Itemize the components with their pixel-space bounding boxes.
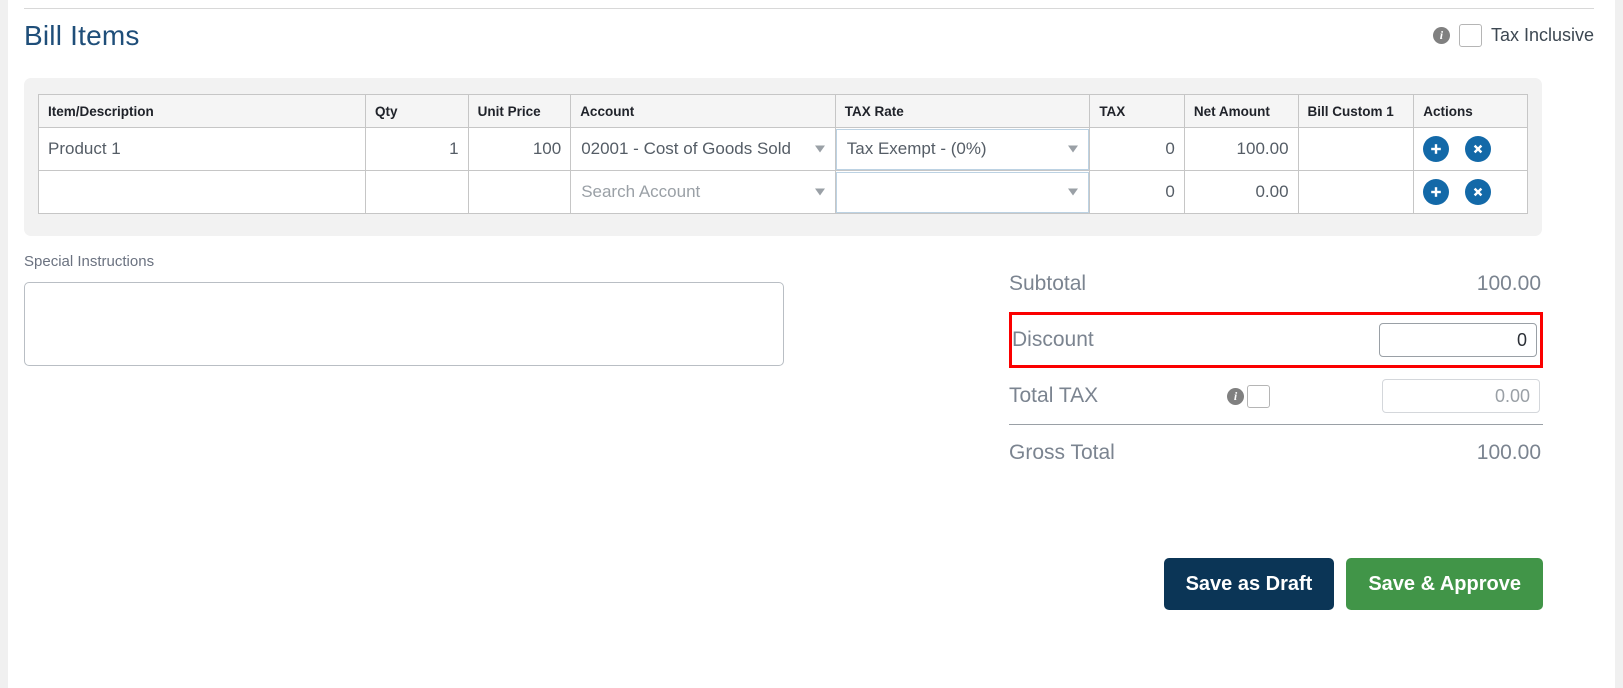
- cell-net-amount: 100.00: [1183, 127, 1299, 171]
- total-tax-checkbox[interactable]: [1247, 384, 1270, 408]
- tax-rate-value: Tax Exempt - (0%): [846, 139, 987, 158]
- right-gutter: [1615, 0, 1623, 688]
- total-tax-input[interactable]: [1382, 379, 1540, 413]
- total-tax-label: Total TAX: [1009, 384, 1099, 407]
- bill-items-table: Item/Description Qty Unit Price Account …: [38, 94, 1528, 214]
- discount-row: Discount: [1009, 312, 1543, 368]
- discount-input[interactable]: [1379, 323, 1537, 357]
- bill-items-page: Bill Items i Tax Inclusive Item/Descript…: [0, 0, 1623, 688]
- special-instructions-input[interactable]: [24, 282, 784, 366]
- cell-item-description[interactable]: Product 1: [38, 127, 366, 171]
- tax-rate-select[interactable]: [835, 171, 1090, 213]
- save-as-draft-button[interactable]: Save as Draft: [1163, 558, 1335, 610]
- col-net-amount: Net Amount: [1183, 94, 1299, 128]
- top-divider: [24, 8, 1594, 9]
- subtotal-value: 100.00: [1476, 272, 1541, 295]
- info-icon[interactable]: i: [1227, 387, 1244, 405]
- gross-total-value: 100.00: [1476, 441, 1541, 464]
- cell-bill-custom-1[interactable]: [1297, 127, 1415, 171]
- cell-unit-price[interactable]: [467, 170, 572, 214]
- totals-section: Subtotal 100.00 Discount Total TAX i Gro…: [1009, 256, 1543, 481]
- cell-tax-rate[interactable]: [834, 170, 1091, 214]
- col-tax-rate: TAX Rate: [834, 94, 1091, 128]
- gross-total-row: Gross Total 100.00: [1009, 425, 1543, 481]
- chevron-down-icon: [1068, 145, 1079, 153]
- qty-value: 1: [449, 139, 459, 158]
- col-account: Account: [570, 94, 836, 128]
- tax-rate-select[interactable]: Tax Exempt - (0%): [835, 128, 1090, 170]
- chevron-down-icon: [814, 188, 825, 196]
- row-actions: [1423, 172, 1518, 213]
- col-actions: Actions: [1413, 94, 1528, 128]
- close-icon[interactable]: [1465, 179, 1492, 205]
- cell-actions: [1413, 127, 1528, 171]
- cell-account[interactable]: 02001 - Cost of Goods Sold: [570, 127, 836, 171]
- tax-value: 0: [1165, 139, 1175, 158]
- account-placeholder: Search Account: [581, 182, 701, 201]
- subtotal-label: Subtotal: [1009, 272, 1087, 295]
- row-actions: [1423, 129, 1518, 170]
- gross-total-label: Gross Total: [1009, 441, 1115, 464]
- chevron-down-icon: [814, 145, 825, 153]
- table-header-row: Item/Description Qty Unit Price Account …: [38, 94, 1528, 128]
- cell-actions: [1413, 170, 1528, 214]
- info-icon[interactable]: i: [1432, 27, 1450, 44]
- page-header: Bill Items i Tax Inclusive: [24, 18, 1594, 64]
- account-select[interactable]: 02001 - Cost of Goods Sold: [571, 129, 835, 170]
- cell-tax: 0: [1089, 127, 1185, 171]
- total-tax-override-control: i: [1227, 384, 1270, 408]
- cell-tax: 0: [1089, 170, 1185, 214]
- item-description-value: Product 1: [48, 139, 121, 158]
- special-instructions-label: Special Instructions: [24, 253, 155, 270]
- total-tax-row: Total TAX i: [1009, 368, 1543, 424]
- save-and-approve-button[interactable]: Save & Approve: [1346, 558, 1543, 610]
- subtotal-row: Subtotal 100.00: [1009, 256, 1543, 312]
- net-amount-value: 0.00: [1255, 182, 1289, 201]
- cell-qty[interactable]: [364, 170, 469, 214]
- cell-bill-custom-1[interactable]: [1297, 170, 1415, 214]
- tax-inclusive-checkbox[interactable]: [1458, 24, 1482, 47]
- col-bill-custom-1: Bill Custom 1: [1297, 94, 1415, 128]
- col-item-description: Item/Description: [38, 94, 366, 128]
- table-row: Search Account 0 0.00: [38, 170, 1528, 214]
- account-select[interactable]: Search Account: [571, 172, 835, 213]
- table-row: Product 1 1 100 02001 - Cost of Goods So…: [38, 127, 1528, 171]
- tax-inclusive-label: Tax Inclusive: [1490, 25, 1594, 45]
- col-unit-price: Unit Price: [467, 94, 572, 128]
- cell-qty[interactable]: 1: [364, 127, 469, 171]
- discount-label: Discount: [1012, 328, 1094, 351]
- cell-tax-rate[interactable]: Tax Exempt - (0%): [834, 127, 1091, 171]
- close-icon[interactable]: [1465, 136, 1492, 162]
- bill-items-panel: Item/Description Qty Unit Price Account …: [24, 78, 1542, 236]
- unit-price-value: 100: [532, 139, 562, 158]
- net-amount-value: 100.00: [1236, 139, 1289, 158]
- account-value: 02001 - Cost of Goods Sold: [581, 139, 791, 158]
- cell-unit-price[interactable]: 100: [467, 127, 572, 171]
- col-tax: TAX: [1089, 94, 1185, 128]
- cell-net-amount: 0.00: [1183, 170, 1299, 214]
- plus-icon[interactable]: [1423, 179, 1450, 205]
- page-title: Bill Items: [24, 20, 140, 51]
- plus-icon[interactable]: [1423, 136, 1450, 162]
- left-gutter: [0, 0, 8, 688]
- tax-value: 0: [1165, 182, 1175, 201]
- cell-account[interactable]: Search Account: [570, 170, 836, 214]
- col-qty: Qty: [364, 94, 469, 128]
- tax-inclusive-control: i Tax Inclusive: [1432, 24, 1594, 47]
- chevron-down-icon: [1068, 188, 1079, 196]
- cell-item-description[interactable]: [38, 170, 366, 214]
- footer-actions: Save as Draft Save & Approve: [1163, 558, 1543, 610]
